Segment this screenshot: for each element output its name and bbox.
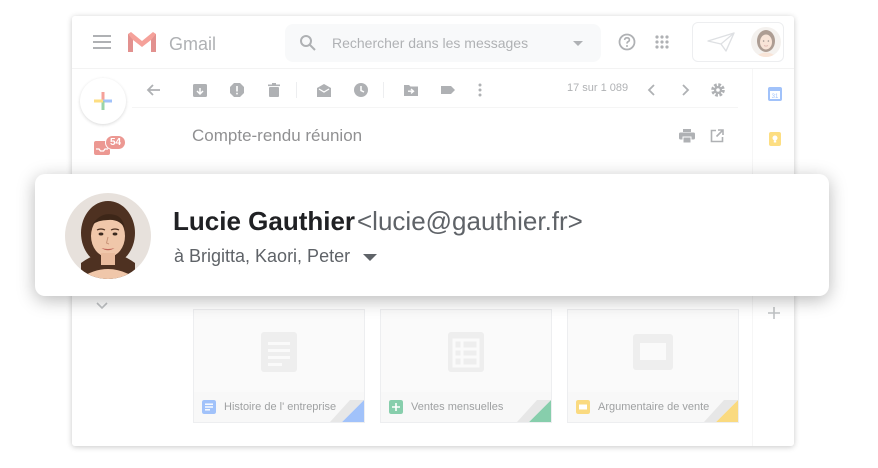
move-to-folder-icon[interactable] — [403, 82, 419, 98]
attachment-footer: Histoire de l' entreprise — [194, 392, 364, 422]
print-icon[interactable] — [679, 129, 695, 143]
message-subject: Compte-rendu réunion — [192, 126, 363, 145]
inbox-unread-badge: 54 — [105, 135, 127, 150]
search-icon[interactable] — [299, 34, 317, 52]
main-menu-icon[interactable] — [93, 35, 111, 49]
document-icon — [261, 332, 297, 372]
google-sheets-icon — [389, 400, 403, 414]
app-title: Gmail — [169, 34, 217, 54]
attachment-footer: Ventes mensuelles — [381, 392, 551, 422]
apps-grid-icon[interactable] — [655, 35, 669, 49]
keep-notes-icon[interactable] — [767, 131, 783, 147]
label-tag-icon[interactable] — [440, 82, 456, 98]
plus-icon — [94, 92, 112, 110]
delete-trash-icon[interactable] — [266, 82, 282, 98]
sender-name: Lucie Gauthier — [173, 206, 356, 236]
attachment-footer: Argumentaire de vente — [568, 392, 738, 422]
sender-email: <lucie@gauthier.fr> — [357, 206, 583, 236]
account-area[interactable] — [692, 22, 784, 62]
search-options-caret-icon[interactable] — [573, 41, 583, 46]
account-avatar[interactable] — [751, 27, 781, 57]
top-bar: Gmail Rechercher dans les messages — [72, 16, 794, 69]
attachment-card[interactable]: Histoire de l' entreprise — [193, 309, 365, 423]
report-spam-icon[interactable] — [229, 82, 245, 98]
spreadsheet-icon — [448, 332, 484, 372]
settings-gear-icon[interactable] — [710, 82, 726, 98]
chevron-down-icon[interactable] — [96, 302, 108, 310]
google-docs-icon — [202, 400, 216, 414]
attachment-preview — [568, 310, 738, 392]
recipients-list: à Brigitta, Kaori, Peter — [174, 246, 351, 266]
chevron-right-icon[interactable] — [677, 82, 693, 98]
back-arrow-icon[interactable] — [146, 82, 162, 98]
more-options-icon[interactable] — [472, 82, 488, 98]
stage: Gmail Rechercher dans les messages 54 17… — [0, 0, 878, 468]
chevron-left-icon[interactable] — [644, 82, 660, 98]
open-in-new-window-icon[interactable] — [710, 129, 724, 143]
attachment-preview — [381, 310, 551, 392]
snooze-clock-icon[interactable] — [353, 82, 369, 98]
presentation-icon — [633, 334, 673, 370]
search-bar[interactable]: Rechercher dans les messages — [285, 24, 601, 62]
google-slides-icon — [576, 400, 590, 414]
message-toolbar: 17 sur 1 089 — [132, 72, 738, 108]
sender-avatar[interactable] — [65, 193, 151, 279]
message-count: 17 sur 1 089 — [567, 82, 629, 94]
gmail-logo-icon[interactable] — [126, 30, 158, 54]
mark-unread-icon[interactable] — [316, 82, 332, 98]
attachment-name: Argumentaire de vente — [598, 401, 710, 413]
attachment-card[interactable]: Ventes mensuelles — [380, 309, 552, 423]
svg-text:31: 31 — [772, 94, 779, 100]
sender-card: Lucie Gauthier <lucie@gauthier.fr> à Bri… — [35, 174, 829, 296]
search-input[interactable]: Rechercher dans les messages — [332, 35, 528, 51]
attachment-card[interactable]: Argumentaire de vente — [567, 309, 739, 423]
calendar-icon[interactable]: 31 — [767, 86, 783, 102]
file-type-corner-icon — [704, 400, 738, 422]
help-icon[interactable] — [618, 33, 636, 51]
toolbar-divider — [383, 82, 384, 98]
paper-plane-icon — [707, 32, 735, 52]
file-type-corner-icon — [517, 400, 551, 422]
toolbar-divider — [296, 82, 297, 98]
attachment-name: Histoire de l' entreprise — [224, 401, 337, 413]
attachment-preview — [194, 310, 364, 392]
archive-icon[interactable] — [192, 82, 208, 98]
compose-button[interactable] — [80, 78, 126, 124]
attachment-name: Ventes mensuelles — [411, 401, 504, 413]
add-addon-plus-icon[interactable] — [767, 306, 781, 320]
show-details-caret-icon[interactable] — [363, 254, 377, 261]
file-type-corner-icon — [330, 400, 364, 422]
